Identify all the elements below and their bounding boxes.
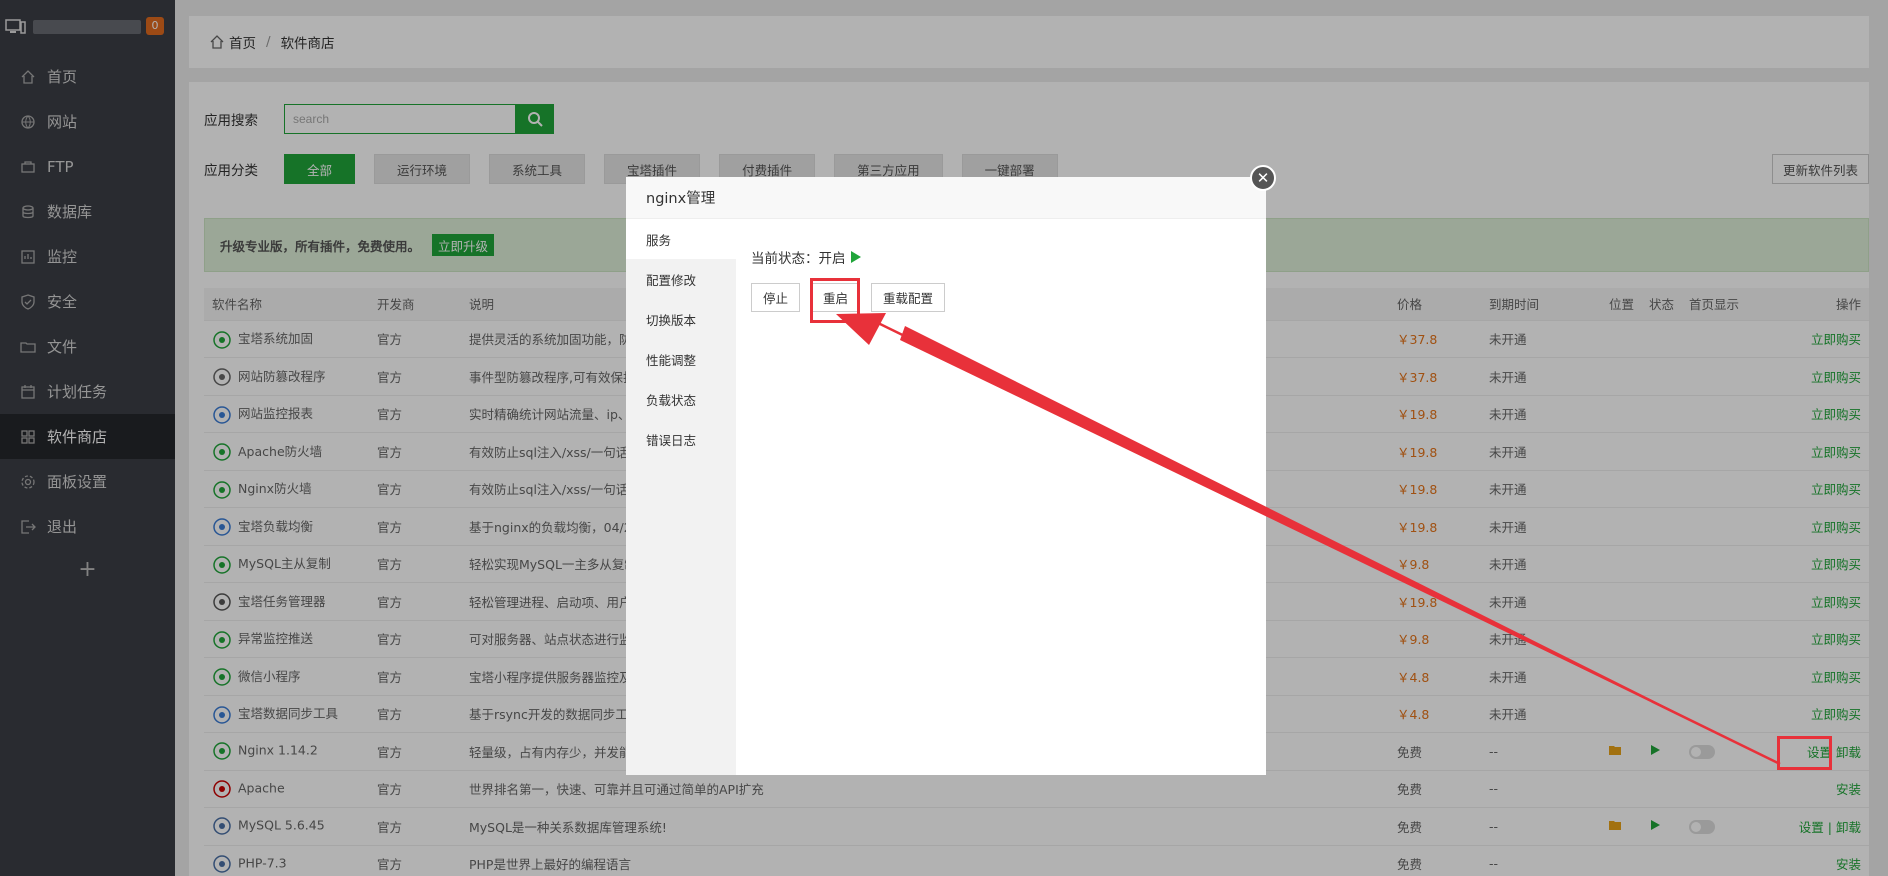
arrow-body	[900, 326, 1780, 764]
arrow-head	[836, 313, 886, 345]
annotation-arrow	[836, 313, 1781, 766]
